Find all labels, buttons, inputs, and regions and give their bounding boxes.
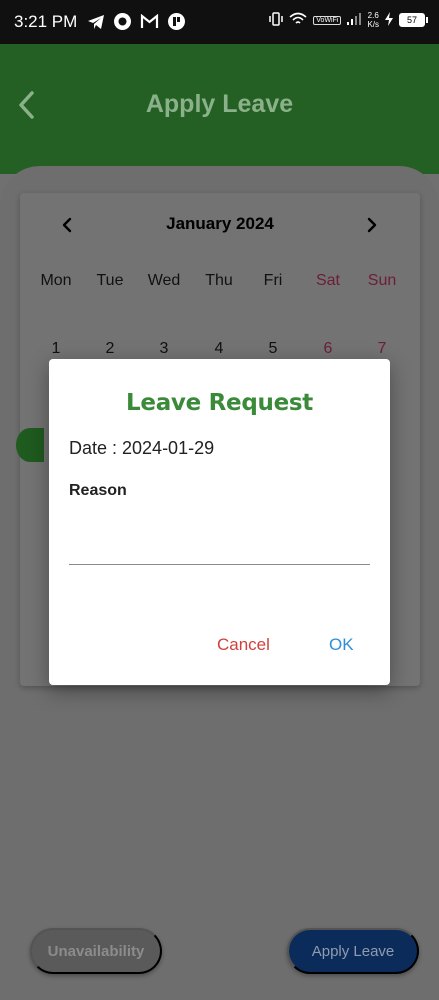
- weekday-fri: Fri: [263, 272, 283, 289]
- ok-button[interactable]: OK: [329, 635, 354, 655]
- charging-icon: [385, 12, 393, 28]
- vowifi-badge: VoWiFi: [313, 15, 342, 25]
- vibrate-icon: [269, 11, 284, 29]
- battery-icon: 57: [399, 13, 428, 27]
- selected-day-marker: [16, 428, 44, 462]
- wifi-icon: [289, 12, 307, 28]
- weekday-sat: Sat: [315, 272, 340, 289]
- weekday-mon: Mon: [40, 272, 72, 289]
- network-speed: 2.6 K/s: [367, 11, 379, 29]
- notification-icons: [86, 12, 186, 31]
- page-title: Apply Leave: [145, 90, 294, 118]
- leave-request-dialog: Leave Request Date : 2024-01-29 Reason C…: [49, 359, 390, 685]
- calendar-day[interactable]: 1: [29, 340, 83, 358]
- speed-unit: K/s: [367, 20, 379, 29]
- next-month-button[interactable]: [357, 216, 387, 239]
- dialog-date: Date : 2024-01-29: [69, 438, 215, 458]
- status-time: 3:21 PM: [14, 12, 78, 31]
- calendar-day[interactable]: 2: [83, 340, 137, 358]
- app-header: Apply Leave: [0, 44, 439, 174]
- signal-icon: [347, 13, 362, 27]
- app-icon: [167, 12, 186, 31]
- system-icons: VoWiFi 2.6 K/s 57: [269, 11, 428, 29]
- calendar-day[interactable]: 6: [301, 340, 355, 358]
- reason-input[interactable]: [69, 519, 370, 565]
- weekday-wed: Wed: [147, 272, 181, 289]
- dialog-title: Leave Request: [126, 390, 313, 416]
- calendar-day[interactable]: 4: [192, 340, 246, 358]
- unavailability-button[interactable]: Unavailability: [30, 928, 162, 974]
- cancel-button[interactable]: Cancel: [217, 635, 270, 655]
- speed-value: 2.6: [367, 11, 379, 20]
- telegram-icon: [86, 12, 105, 31]
- calendar-day[interactable]: 3: [137, 340, 191, 358]
- calendar-day[interactable]: 5: [246, 340, 300, 358]
- calendar-day[interactable]: 7: [355, 340, 409, 358]
- weekday-thu: Thu: [205, 272, 233, 289]
- reason-label: Reason: [69, 482, 127, 499]
- apply-leave-button[interactable]: Apply Leave: [287, 928, 419, 974]
- weekday-tue: Tue: [96, 272, 124, 289]
- gmail-icon: [140, 12, 159, 31]
- record-icon: [113, 12, 132, 31]
- chevron-right-icon: [367, 217, 377, 233]
- status-bar: 3:21 PM VoWiFi 2.6 K/s 57: [0, 0, 439, 44]
- weekday-sun: Sun: [367, 272, 397, 289]
